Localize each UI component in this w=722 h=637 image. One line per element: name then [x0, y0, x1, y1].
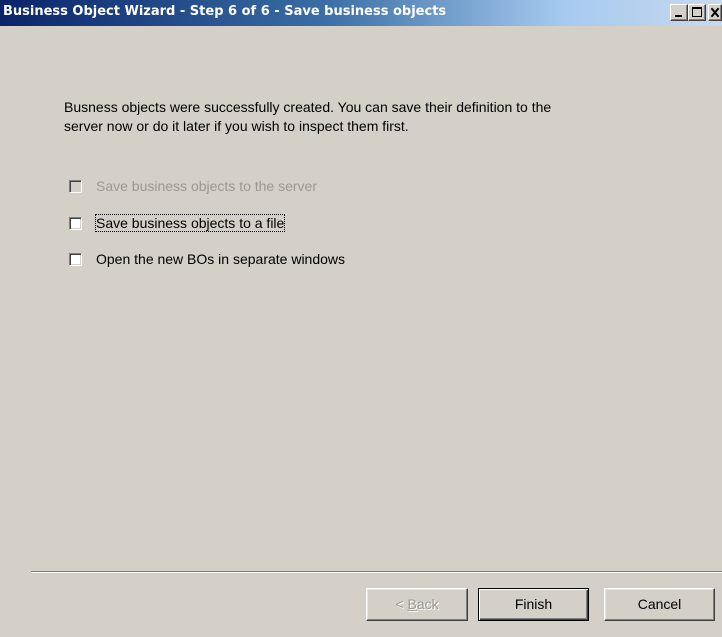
cancel-button[interactable]: Cancel [604, 588, 715, 621]
finish-label: Finish [514, 596, 553, 612]
message-line-2: server now or do it later if you wish to… [64, 118, 409, 134]
cancel-label: Cancel [637, 596, 682, 612]
open-in-windows-checkbox[interactable] [69, 252, 82, 266]
save-to-file-label[interactable]: Save business objects to a file [94, 214, 286, 232]
option-save-to-file[interactable]: Save business objects to a file [69, 214, 286, 232]
back-rest: ack [416, 596, 439, 612]
maximize-icon[interactable] [688, 4, 706, 21]
back-button[interactable]: < Back [366, 588, 468, 621]
close-icon[interactable] [708, 4, 722, 21]
finish-button[interactable]: Finish [478, 588, 589, 621]
footer-divider [31, 571, 722, 573]
option-open-in-windows[interactable]: Open the new BOs in separate windows [69, 251, 345, 267]
success-message: Busness objects were successfully create… [64, 98, 664, 136]
option-save-to-server: Save business objects to the server [69, 178, 317, 194]
minimize-icon[interactable] [670, 4, 688, 21]
save-to-server-checkbox [69, 179, 82, 193]
title-bar[interactable]: Business Object Wizard - Step 6 of 6 - S… [0, 0, 722, 26]
wizard-window: Business Object Wizard - Step 6 of 6 - S… [0, 0, 722, 637]
save-to-server-label: Save business objects to the server [96, 178, 318, 194]
back-prefix: < [395, 596, 408, 612]
back-mnemonic: B [407, 596, 417, 612]
save-to-file-checkbox[interactable] [69, 216, 82, 230]
message-line-1: Busness objects were successfully create… [64, 99, 552, 115]
window-title: Business Object Wizard - Step 6 of 6 - S… [3, 4, 447, 19]
window-controls [670, 4, 722, 21]
open-in-windows-label[interactable]: Open the new BOs in separate windows [96, 251, 345, 267]
